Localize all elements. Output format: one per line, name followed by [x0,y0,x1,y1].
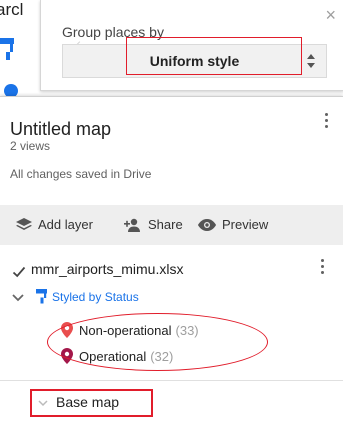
map-title[interactable]: Untitled map [10,119,111,140]
chevron-down-icon[interactable] [12,293,24,303]
share-button[interactable]: Share [124,217,183,232]
legend-label: Non-operational [79,322,172,338]
group-places-popup: × Group places by Uniform style [40,0,343,91]
add-person-icon [124,218,140,232]
legend-item-non-operational[interactable]: Non-operational (33) [61,322,199,338]
layer-visibility-checkbox[interactable] [12,265,26,279]
legend-count: (32) [150,348,174,364]
save-status: All changes saved in Drive [10,167,152,181]
preview-button[interactable]: Preview [198,217,268,232]
group-places-value: Uniform style [149,53,240,69]
add-layer-label: Add layer [38,217,93,232]
legend-count: (33) [175,322,199,338]
map-pin-icon [61,348,73,364]
group-places-label: Group places by [62,24,164,40]
background-partial-text: arcl [0,0,24,19]
map-panel: Untitled map 2 views All changes saved i… [0,96,343,422]
layer-toolbar: Add layer Share Preview [0,205,343,245]
map-views: 2 views [10,139,51,153]
paint-roller-icon [0,38,14,60]
legend-label: Operational [79,348,147,364]
layers-icon [16,217,32,230]
paint-roller-icon [36,289,47,304]
group-places-select[interactable]: Uniform style [62,44,327,78]
base-map-label[interactable]: Base map [56,394,119,410]
layer-menu-icon[interactable] [321,259,325,277]
map-menu-icon[interactable] [325,113,329,131]
legend-item-operational[interactable]: Operational (32) [61,348,173,364]
close-icon[interactable]: × [325,6,336,24]
chevron-down-icon[interactable] [38,398,48,408]
select-updown-icon [307,54,315,68]
layer-name[interactable]: mmr_airports_mimu.xlsx [31,261,183,277]
divider [0,380,343,381]
share-label: Share [148,217,183,232]
add-layer-button[interactable]: Add layer [16,217,93,232]
eye-icon [198,218,216,231]
preview-label: Preview [222,217,269,232]
map-pin-icon [61,322,73,338]
styled-by-link[interactable]: Styled by Status [52,290,139,304]
